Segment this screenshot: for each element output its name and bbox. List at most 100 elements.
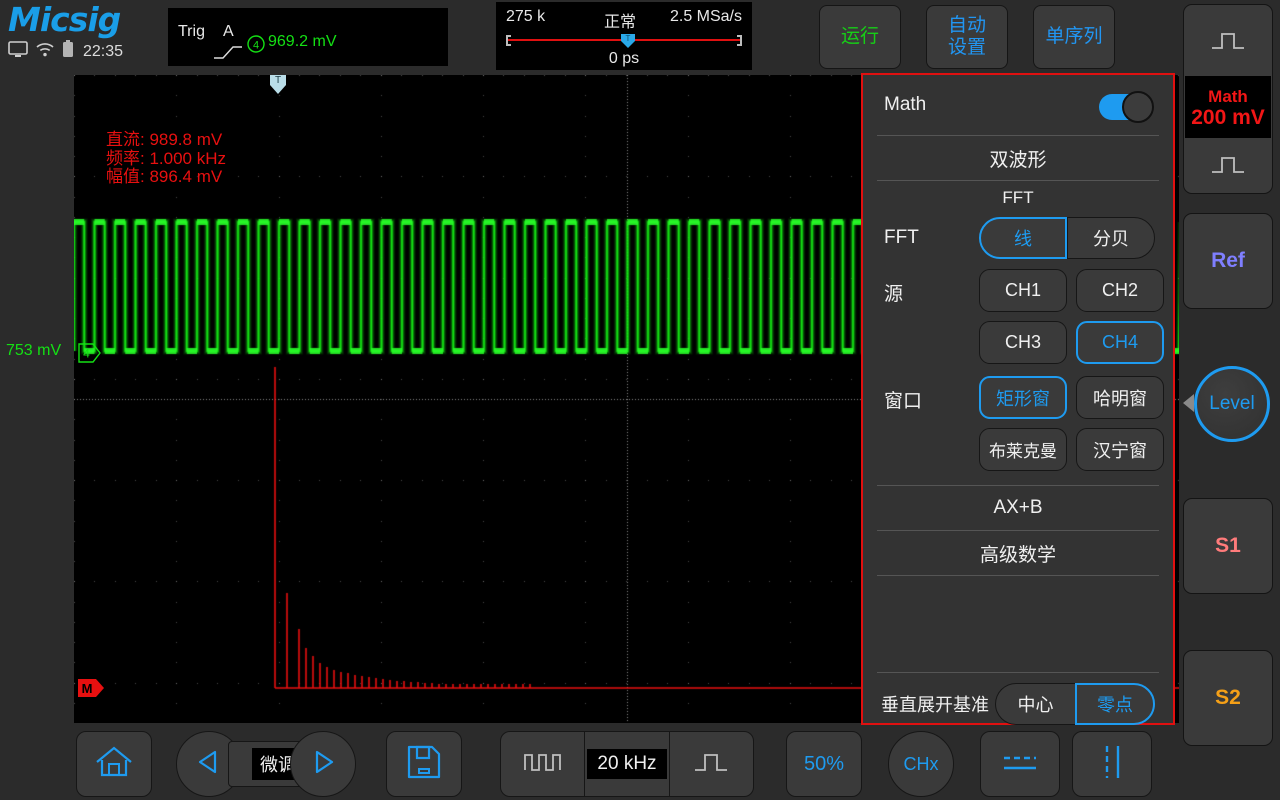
trigger-panel[interactable]: Trig A 4 969.2 mV	[168, 8, 448, 66]
window-hamming-label: 哈明窗	[1093, 388, 1147, 409]
axb-row[interactable]: AX+B	[863, 486, 1173, 530]
window-label: 窗口	[884, 391, 923, 412]
source-ch2-button[interactable]: CH2	[1076, 269, 1164, 312]
fft-section-label: FFT	[1002, 188, 1034, 207]
frequency-display[interactable]: 20 kHz	[585, 732, 668, 796]
source-ch1-button[interactable]: CH1	[979, 269, 1067, 312]
trigger-label: Trig	[178, 23, 205, 40]
svg-text:4: 4	[253, 40, 259, 52]
triangle-left-icon	[195, 748, 223, 781]
window-hanning-label: 汉宁窗	[1093, 440, 1147, 461]
trigger-position-marker-icon[interactable]: T	[269, 75, 287, 95]
math-panel-title: Math	[884, 94, 927, 115]
math-panel-header: Math	[863, 75, 1173, 135]
top-bar: Micsig 22:35 Trig A 4 969.2 mV 275 k 正常 …	[0, 0, 1280, 72]
right-sidebar: Math 200 mV Ref Level S1 S2	[1183, 4, 1275, 746]
window-blackman-button[interactable]: 布莱克曼	[979, 428, 1067, 471]
math-enable-toggle[interactable]	[1099, 91, 1154, 123]
multi-pulse-button[interactable]	[501, 732, 584, 796]
svg-text:T: T	[626, 34, 631, 43]
horizontal-cursor-button[interactable]	[980, 731, 1060, 797]
duty-cycle-label: 50%	[803, 752, 845, 775]
single-sequence-button[interactable]: 单序列	[1033, 5, 1115, 69]
fft-mode-db-label: 分贝	[1093, 229, 1129, 249]
trigger-channel-badge: 4	[246, 34, 266, 59]
status-row: 22:35	[8, 40, 123, 63]
run-button-label: 运行	[840, 26, 879, 47]
acquisition-mode-label: 正常	[604, 14, 637, 31]
memory-position-bar[interactable]: T	[506, 34, 742, 48]
rising-edge-icon	[212, 44, 244, 65]
source-ch1-label: CH1	[1004, 280, 1041, 300]
channel-4-offset-label: 753 mV	[6, 342, 62, 359]
fft-section-header: FFT	[863, 181, 1173, 215]
vertical-ref-zero-label: 零点	[1097, 695, 1133, 715]
trigger-level-value: 969.2 mV	[268, 33, 337, 50]
single-pulse-icon	[693, 749, 729, 780]
fft-mode-db-button[interactable]: 分贝	[1067, 217, 1155, 259]
next-button[interactable]	[290, 731, 356, 797]
math-chip-scale: 200 mV	[1191, 106, 1265, 129]
math-settings-panel: Math 双波形 FFT FFT 线 分贝 源 CH1 CH2 CH3 CH4 …	[861, 73, 1175, 725]
pulse-down-icon[interactable]	[1184, 137, 1272, 193]
delay-label: 0 ps	[608, 50, 640, 67]
brand-logo: Micsig	[8, 0, 121, 39]
toggle-knob	[1122, 91, 1154, 123]
ref-button[interactable]: Ref	[1183, 213, 1273, 309]
axb-label: AX+B	[993, 497, 1043, 518]
single-sequence-label: 单序列	[1045, 26, 1103, 47]
channel-4-marker[interactable]: 4	[78, 343, 101, 363]
pulse-up-icon[interactable]	[1184, 5, 1272, 77]
autoset-button[interactable]: 自动 设置	[926, 5, 1008, 69]
vertical-cursor-icon	[1097, 742, 1127, 787]
advanced-math-row[interactable]: 高级数学	[863, 531, 1173, 575]
save-button[interactable]	[386, 731, 462, 797]
window-rectangular-label: 矩形窗	[996, 388, 1050, 409]
s1-button[interactable]: S1	[1183, 498, 1273, 594]
battery-icon	[62, 40, 74, 63]
dual-waveform-row[interactable]: 双波形	[863, 136, 1173, 180]
window-blackman-label: 布莱克曼	[989, 442, 1057, 461]
window-hamming-button[interactable]: 哈明窗	[1076, 376, 1164, 419]
trigger-level-knob[interactable]: Level	[1194, 366, 1270, 442]
fft-mode-label: FFT	[884, 227, 919, 248]
source-ch4-button[interactable]: CH4	[1076, 321, 1164, 364]
channel-selector-button[interactable]: CHx	[888, 731, 954, 797]
math-chip-title: Math	[1208, 87, 1248, 106]
vertical-ref-center-button[interactable]: 中心	[995, 683, 1075, 725]
source-label: 源	[884, 284, 904, 305]
window-rectangular-button[interactable]: 矩形窗	[979, 376, 1067, 419]
clock-label: 22:35	[83, 42, 124, 60]
single-pulse-button[interactable]	[670, 732, 753, 796]
acquisition-panel[interactable]: 275 k 正常 2.5 MSa/s T 0 ps	[496, 2, 752, 70]
fft-mode-row: FFT 线 分贝	[863, 217, 1173, 259]
math-channel-chip[interactable]: Math 200 mV	[1185, 76, 1271, 138]
math-channel-group: Math 200 mV	[1183, 4, 1273, 194]
home-button[interactable]	[76, 731, 152, 797]
math-trace-marker[interactable]: M	[78, 678, 106, 698]
source-ch3-button[interactable]: CH3	[979, 321, 1067, 364]
vertical-ref-zero-button[interactable]: 零点	[1075, 683, 1155, 725]
panel-spacer	[863, 576, 1173, 672]
window-hanning-button[interactable]: 汉宁窗	[1076, 428, 1164, 471]
bottom-toolbar: 微调 20 kHz 50% CHx	[0, 728, 1280, 800]
vertical-ref-center-label: 中心	[1017, 695, 1054, 715]
measurement-freq: 频率: 1.000 kHz	[106, 148, 226, 168]
source-ch2-label: CH2	[1101, 280, 1138, 300]
source-row: 源 CH1 CH2 CH3 CH4	[863, 269, 1173, 364]
horizontal-cursor-icon	[1000, 747, 1040, 782]
run-button[interactable]: 运行	[819, 5, 901, 69]
s2-button-label: S2	[1215, 686, 1241, 709]
fft-mode-linear-button[interactable]: 线	[979, 217, 1067, 259]
source-ch3-label: CH3	[1004, 332, 1041, 352]
wifi-icon	[35, 41, 55, 63]
measurement-dc: 直流: 989.8 mV	[106, 130, 223, 149]
memory-depth-label: 275 k	[506, 8, 546, 25]
vertical-cursor-button[interactable]	[1072, 731, 1152, 797]
duty-cycle-button[interactable]: 50%	[786, 731, 862, 797]
channel-selector-label: CHx	[903, 753, 939, 774]
home-icon	[93, 743, 135, 786]
multi-pulse-icon	[523, 749, 563, 780]
svg-text:T: T	[275, 75, 281, 86]
vertical-reference-row: 垂直展开基准 中心 零点	[863, 673, 1173, 735]
